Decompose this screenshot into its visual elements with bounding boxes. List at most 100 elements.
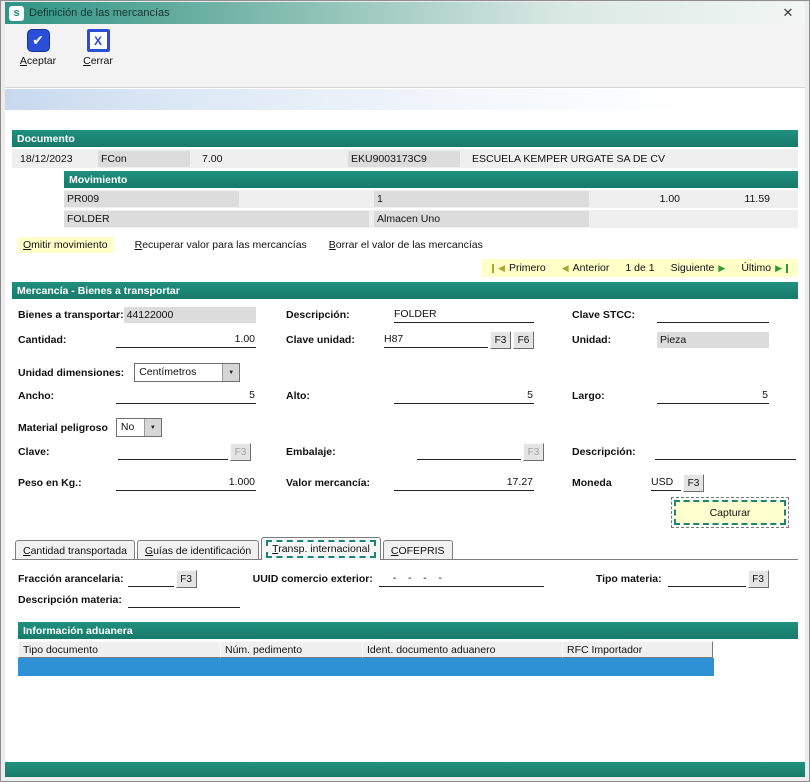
descripcion-label: Descripción:	[286, 309, 350, 321]
clave-unidad-f6-button[interactable]: F6	[513, 331, 534, 349]
nav-previous-button[interactable]: ◀ Anterior	[562, 262, 610, 274]
tabstrip: Cantidad transportada Guías de identific…	[12, 537, 798, 560]
form-row-1: Bienes a transportar: 44122000 Descripci…	[18, 307, 798, 323]
peso-field[interactable]: 1.000	[116, 475, 256, 491]
clave-unidad-field[interactable]: H87	[384, 332, 488, 348]
bienes-field: 44122000	[124, 307, 256, 323]
next-arrow-icon: ▶	[718, 264, 725, 273]
movimiento-header: Movimiento	[64, 171, 798, 188]
unidad-dimensiones-value: Centímetros	[135, 364, 222, 381]
window-close-icon[interactable]: ✕	[779, 5, 797, 21]
uuid-comercio-field[interactable]: - - - -	[379, 571, 544, 587]
chevron-down-icon[interactable]: ▼	[222, 364, 239, 381]
alto-label: Alto:	[286, 390, 310, 402]
nav-last-button[interactable]: Último ▶	[741, 262, 788, 274]
tab-cantidad-transportada[interactable]: Cantidad transportada	[15, 540, 135, 559]
close-button[interactable]: X Cerrar	[75, 29, 121, 82]
clave-field[interactable]	[118, 444, 228, 460]
nav-first-label: Primero	[509, 262, 546, 274]
movimiento-block: Movimiento PR009 1 1.00 11.59 FOLDER Alm…	[64, 171, 798, 228]
informacion-aduanera-header: Información aduanera	[18, 622, 798, 639]
toolbar: ✔ Aceptar X Cerrar	[5, 24, 805, 88]
descripcion-materia-field[interactable]	[128, 592, 240, 608]
movimiento-unidades-field: 1	[374, 191, 589, 207]
accept-button[interactable]: ✔ Aceptar	[15, 29, 61, 82]
form-row-6: Clave: F3 Embalaje: F3 Descripción:	[18, 443, 798, 461]
gradient-band	[5, 88, 805, 126]
form-row-3: Unidad dimensiones: Centímetros ▼	[18, 363, 798, 382]
aduanera-table-header: Tipo documento Núm. pedimento Ident. doc…	[18, 641, 798, 658]
movimiento-row-2: FOLDER Almacen Uno	[64, 210, 798, 228]
moneda-field[interactable]: USD	[651, 475, 681, 491]
aduanera-selected-row[interactable]	[18, 658, 714, 676]
informacion-aduanera-header-label: Información aduanera	[23, 625, 133, 637]
chevron-down-icon[interactable]: ▼	[144, 419, 161, 436]
tipo-materia-f3-button[interactable]: F3	[748, 570, 769, 588]
col-rfc-importador: RFC Importador	[562, 641, 713, 658]
uuid-comercio-label: UUID comercio exterior:	[253, 573, 373, 585]
documento-row: 18/12/2023 FCon 7.00 EKU9003173C9 ESCUEL…	[12, 149, 798, 168]
app-icon: s	[9, 6, 24, 21]
clave-stcc-field[interactable]	[657, 307, 769, 323]
recuperar-valor-button[interactable]: Recuperar valor para las mercancías	[135, 239, 307, 251]
descripcion-field[interactable]: FOLDER	[394, 307, 534, 323]
largo-field[interactable]: 5	[657, 388, 769, 404]
cantidad-label: Cantidad:	[18, 334, 66, 346]
unidad-dimensiones-select[interactable]: Centímetros ▼	[134, 363, 240, 382]
col-tipo-documento: Tipo documento	[18, 641, 221, 658]
valor-mercancia-label: Valor mercancía:	[286, 477, 370, 489]
tab-cofepris[interactable]: COFEPRIS	[383, 540, 453, 559]
movimiento-row-1: PR009 1 1.00 11.59	[64, 190, 798, 208]
last-arrow-icon: ▶	[775, 264, 782, 273]
tipo-materia-label: Tipo materia:	[596, 573, 662, 585]
unidad-dimensiones-label: Unidad dimensiones:	[18, 367, 124, 379]
tab-guias-identificacion[interactable]: Guías de identificación	[137, 540, 259, 559]
transp-row-1: Fracción arancelaria: F3 UUID comercio e…	[18, 570, 798, 588]
ancho-label: Ancho:	[18, 390, 54, 402]
material-peligroso-value: No	[117, 419, 144, 436]
ancho-field[interactable]: 5	[116, 388, 256, 404]
actions-row: Omitir movimiento Recuperar valor para l…	[12, 236, 798, 254]
documento-rfc-field: EKU9003173C9	[348, 151, 460, 167]
alto-field[interactable]: 5	[394, 388, 534, 404]
fraccion-f3-button[interactable]: F3	[176, 570, 197, 588]
first-arrow-icon: ◀	[498, 264, 505, 273]
tab-transp-internacional[interactable]: Transp. internacional	[261, 537, 381, 560]
documento-header-label: Documento	[17, 133, 75, 145]
descripcion-material-field[interactable]	[655, 444, 796, 460]
record-navigation: ◀ Primero ◀ Anterior 1 de 1 Siguiente ▶ …	[12, 259, 798, 277]
capturar-button[interactable]: Capturar	[674, 500, 786, 525]
clave-unidad-f3-button[interactable]: F3	[490, 331, 511, 349]
window-title: Definición de las mercancías	[29, 7, 170, 19]
nav-last-label: Último	[741, 262, 771, 274]
col-num-pedimento: Núm. pedimento	[220, 641, 363, 658]
clave-f3-button: F3	[230, 443, 251, 461]
close-button-label: Cerrar	[83, 55, 113, 67]
moneda-f3-button[interactable]: F3	[683, 474, 704, 492]
embalaje-field[interactable]	[417, 444, 521, 460]
largo-label: Largo:	[572, 390, 605, 402]
tipo-materia-field[interactable]	[668, 571, 746, 587]
dialog-window: s Definición de las mercancías ✕ ✔ Acept…	[0, 0, 810, 782]
omitir-movimiento-button[interactable]: Omitir movimiento	[18, 237, 113, 253]
fraccion-arancelaria-field[interactable]	[128, 571, 174, 587]
clave-label: Clave:	[18, 446, 50, 458]
capturar-row: Capturar	[12, 500, 798, 525]
bienes-label: Bienes a transportar:	[18, 309, 124, 321]
documento-concepto-field: FCon	[98, 151, 190, 167]
first-bar-icon	[492, 264, 494, 273]
movimiento-header-label: Movimiento	[69, 174, 127, 186]
form-row-5: Material peligroso No ▼	[18, 418, 798, 437]
borrar-valor-button[interactable]: Borrar el valor de las mercancías	[329, 239, 483, 251]
valor-mercancia-field[interactable]: 17.27	[394, 475, 534, 491]
clave-stcc-label: Clave STCC:	[572, 309, 635, 321]
descripcion-materia-label: Descripción materia:	[18, 594, 122, 606]
material-peligroso-label: Material peligroso	[18, 422, 108, 434]
movimiento-descripcion-field: FOLDER	[64, 211, 369, 227]
nav-next-button[interactable]: Siguiente ▶	[671, 262, 726, 274]
nav-first-button[interactable]: ◀ Primero	[492, 262, 546, 274]
descripcion-material-label: Descripción:	[572, 446, 636, 458]
material-peligroso-select[interactable]: No ▼	[116, 418, 162, 437]
aduanera-table: Tipo documento Núm. pedimento Ident. doc…	[18, 641, 798, 676]
cantidad-field[interactable]: 1.00	[116, 332, 256, 348]
